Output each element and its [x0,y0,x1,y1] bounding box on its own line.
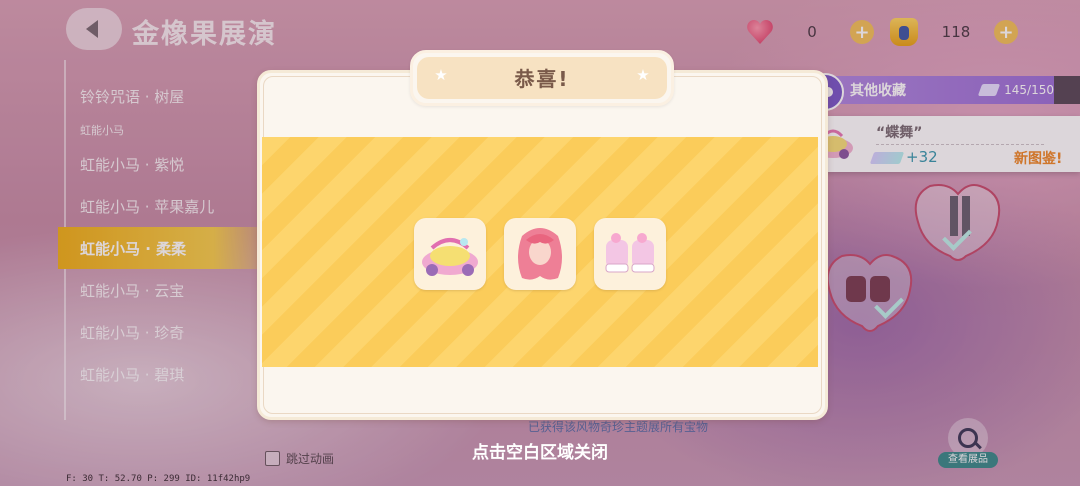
reward-item-car[interactable] [414,218,486,290]
dialog-title: 恭喜! [514,67,570,91]
reward-item-hair[interactable] [504,218,576,290]
pink-shoes-icon [605,233,655,273]
reward-item-shoes[interactable] [594,218,666,290]
pink-hair-icon [518,228,562,280]
pink-car-icon [422,238,478,276]
star-icon: ★ [636,66,650,84]
close-hint: 点击空白区域关闭 [472,443,608,463]
dialog-title-tab: ★ 恭喜! ★ [410,50,674,106]
